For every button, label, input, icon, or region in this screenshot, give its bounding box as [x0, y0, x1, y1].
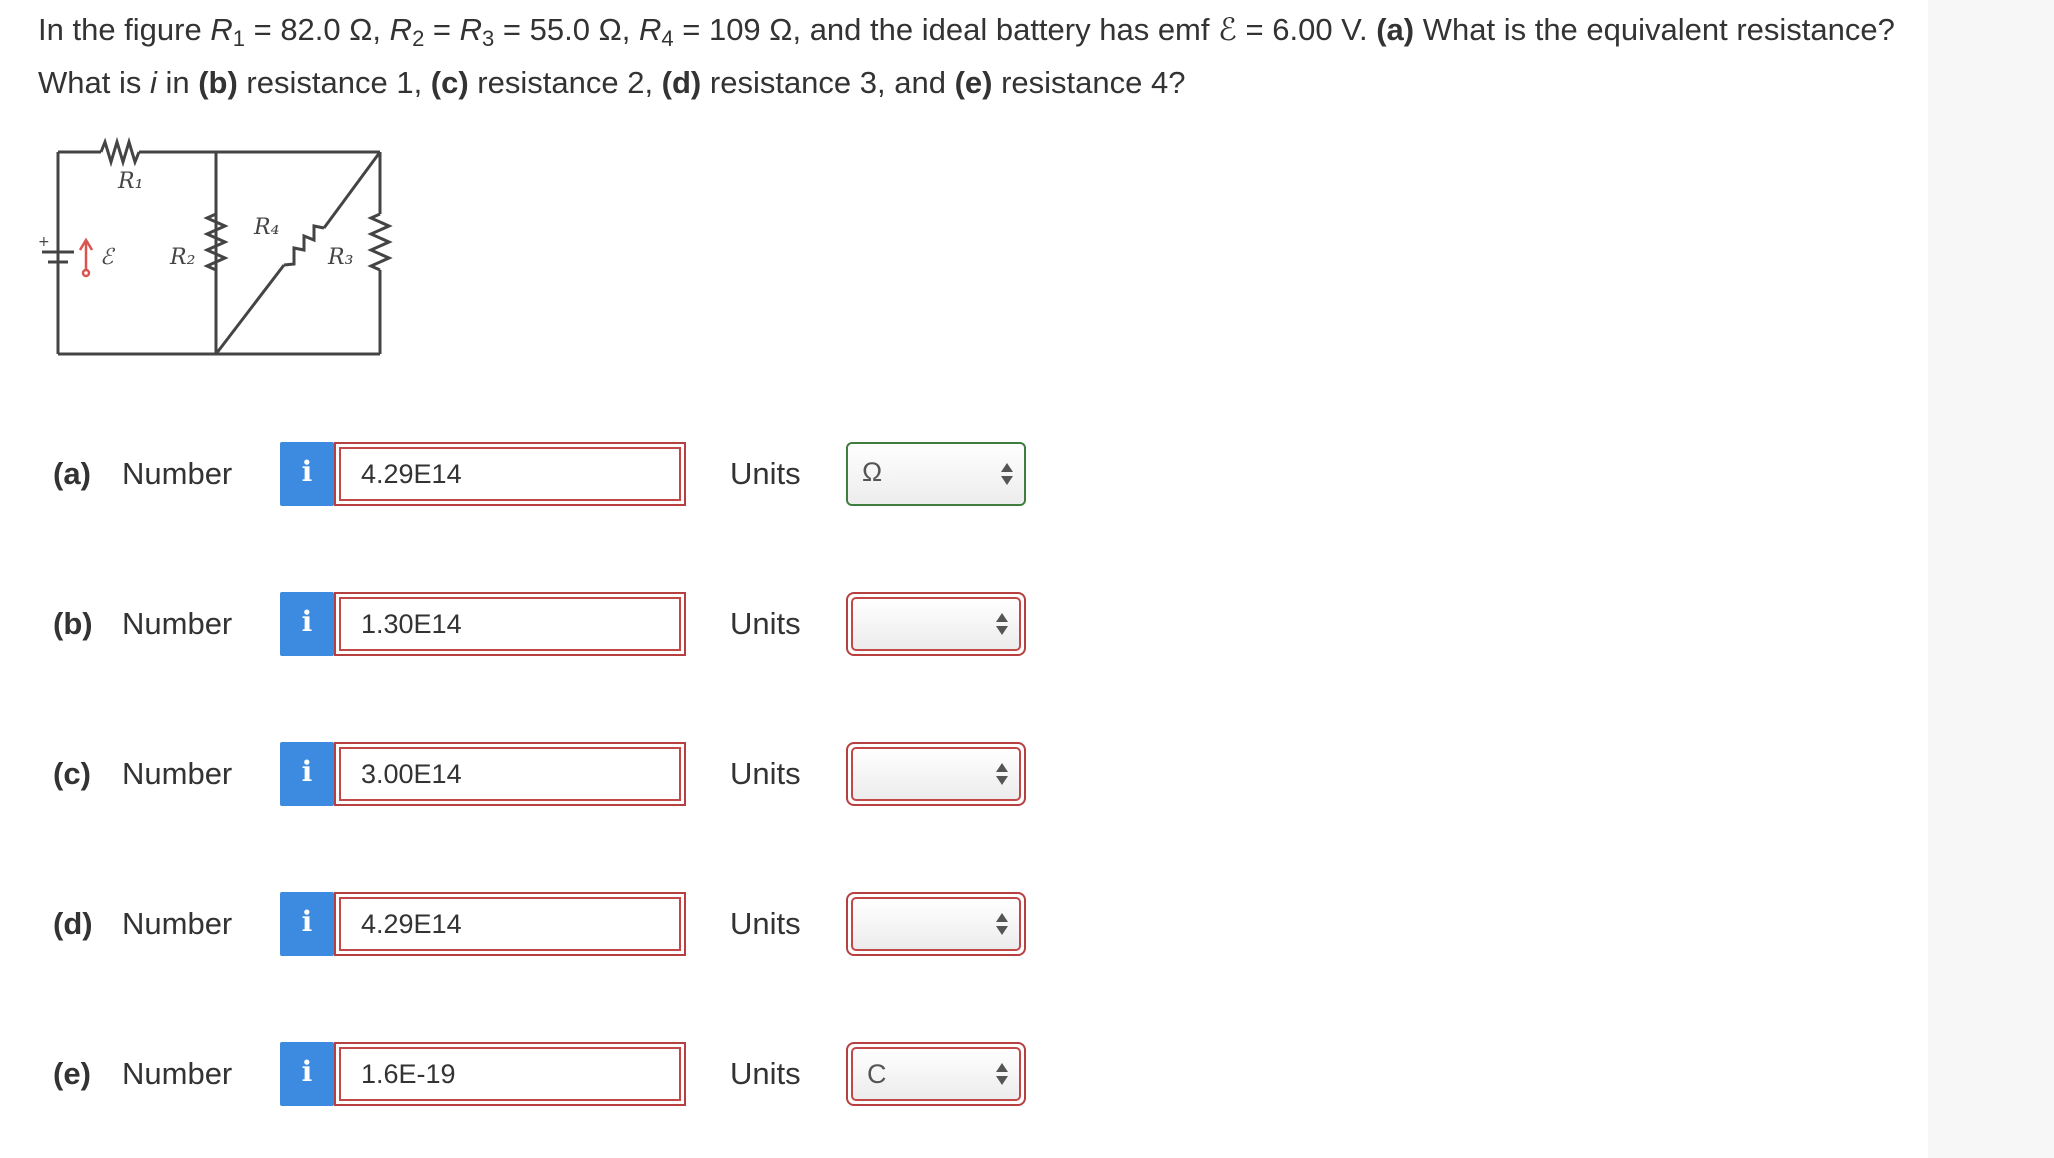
units-select-d[interactable] — [846, 892, 1026, 956]
select-arrows-icon — [996, 913, 1008, 935]
answer-row-a: (a) Number i 4.29E14 Units Ω — [0, 442, 1100, 506]
answer-row-c: (c) Number i 3.00E14 Units — [0, 742, 1100, 806]
select-arrows-icon — [996, 613, 1008, 635]
number-input-value[interactable]: 1.6E-19 — [339, 1047, 681, 1101]
info-button[interactable]: i — [280, 1042, 334, 1106]
answer-row-e: (e) Number i 1.6E-19 Units C — [0, 1042, 1100, 1106]
number-label: Number — [122, 906, 233, 941]
circuit-figure: R₁ R₂ R₃ R₄ ℰ + — [38, 136, 393, 356]
number-input-e[interactable]: 1.6E-19 — [334, 1042, 686, 1106]
figure-label-r3: R₃ — [327, 245, 353, 270]
number-input-c[interactable]: 3.00E14 — [334, 742, 686, 806]
page-margin-strip — [1928, 0, 2054, 1158]
number-input-value[interactable]: 4.29E14 — [339, 897, 681, 951]
part-label: (c) — [53, 756, 91, 791]
question-text: In the figure R1 = 82.0 Ω, R2 = R3 = 55.… — [38, 12, 1895, 100]
units-label: Units — [730, 606, 801, 641]
number-input-value[interactable]: 4.29E14 — [339, 447, 681, 501]
info-button[interactable]: i — [280, 742, 334, 806]
number-input-d[interactable]: 4.29E14 — [334, 892, 686, 956]
units-select-a[interactable]: Ω — [846, 442, 1026, 506]
units-select-value: C — [867, 1059, 887, 1089]
number-label: Number — [122, 756, 233, 791]
number-label: Number — [122, 456, 233, 491]
answer-row-d: (d) Number i 4.29E14 Units — [0, 892, 1100, 956]
part-label: (e) — [53, 1056, 91, 1091]
figure-label-r4: R₄ — [253, 215, 279, 240]
number-input-value[interactable]: 1.30E14 — [339, 597, 681, 651]
units-select-value: Ω — [862, 457, 883, 487]
part-label: (d) — [53, 906, 93, 941]
select-arrows-icon — [996, 763, 1008, 785]
part-label: (a) — [53, 456, 91, 491]
number-label: Number — [122, 606, 233, 641]
figure-label-plus: + — [38, 234, 50, 250]
info-button[interactable]: i — [280, 892, 334, 956]
select-arrows-icon — [996, 1063, 1008, 1085]
units-select-e[interactable]: C — [846, 1042, 1026, 1106]
figure-label-emf: ℰ — [100, 245, 116, 270]
select-arrows-icon — [1001, 463, 1013, 485]
info-button[interactable]: i — [280, 592, 334, 656]
number-label: Number — [122, 1056, 233, 1091]
number-input-value[interactable]: 3.00E14 — [339, 747, 681, 801]
figure-label-r2: R₂ — [169, 245, 195, 270]
info-button[interactable]: i — [280, 442, 334, 506]
units-label: Units — [730, 906, 801, 941]
units-select-c[interactable] — [846, 742, 1026, 806]
units-select-b[interactable] — [846, 592, 1026, 656]
units-label: Units — [730, 756, 801, 791]
number-input-b[interactable]: 1.30E14 — [334, 592, 686, 656]
units-label: Units — [730, 1056, 801, 1091]
units-label: Units — [730, 456, 801, 491]
answer-row-b: (b) Number i 1.30E14 Units — [0, 592, 1100, 656]
figure-label-r1: R₁ — [117, 169, 143, 194]
number-input-a[interactable]: 4.29E14 — [334, 442, 686, 506]
part-label: (b) — [53, 606, 93, 641]
